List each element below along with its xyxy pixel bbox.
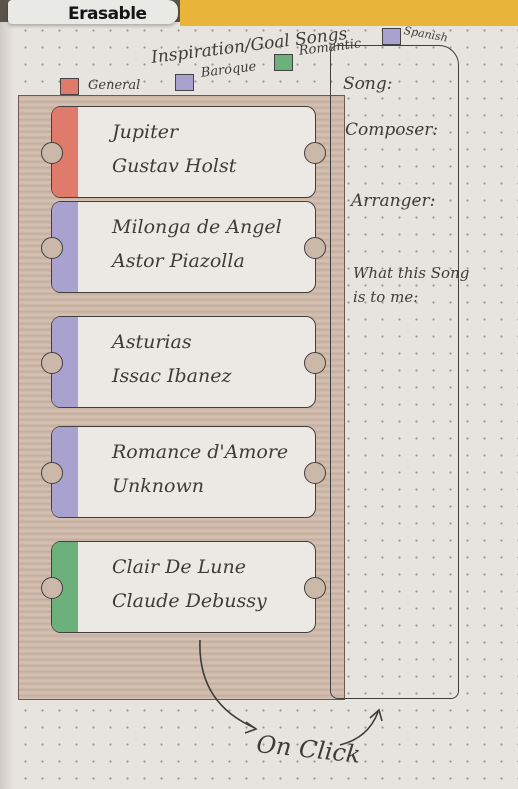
arrow-to-card-icon xyxy=(199,639,256,729)
on-click-arrows xyxy=(199,639,383,746)
